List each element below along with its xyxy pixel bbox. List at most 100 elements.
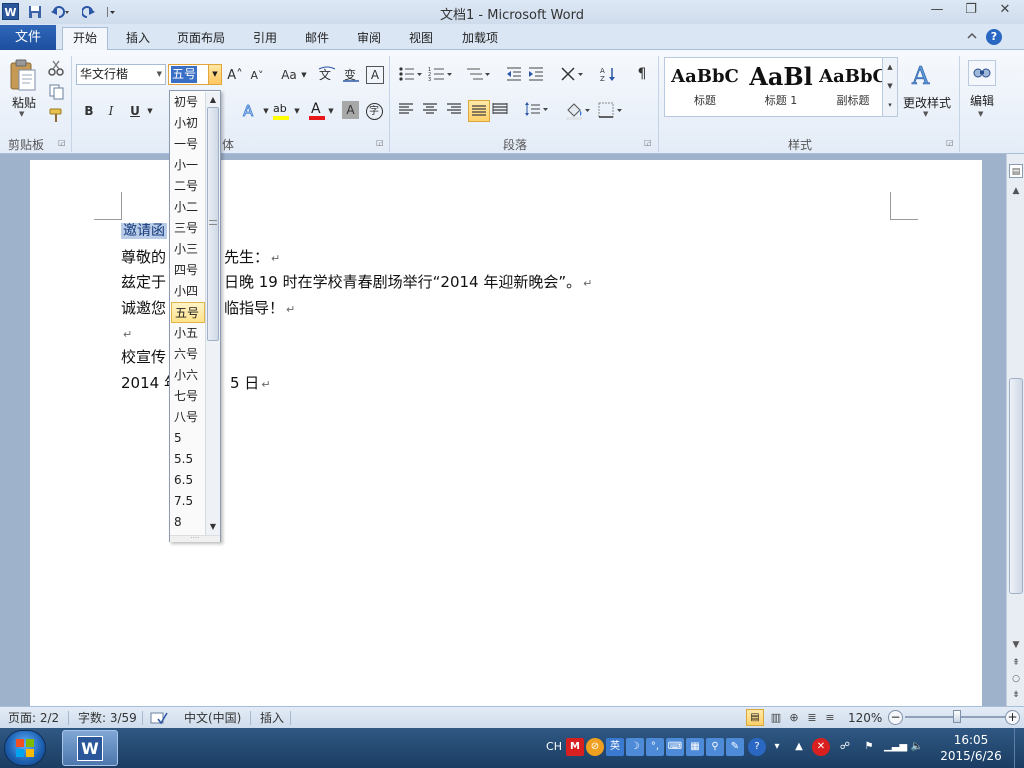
tab-home[interactable]: 开始 xyxy=(62,27,108,50)
font-size-option[interactable]: 8 xyxy=(171,512,205,533)
copy-icon[interactable] xyxy=(48,84,66,102)
size-list-scrollbar[interactable]: ▲ ▼ xyxy=(205,92,220,535)
previous-page-icon[interactable]: ⇞ xyxy=(1009,656,1023,670)
ime-search-icon[interactable]: ⚲ xyxy=(706,738,724,756)
tab-addins[interactable]: 加载项 xyxy=(454,28,506,50)
doc-heading[interactable]: 邀请函 xyxy=(121,218,167,242)
word-count[interactable]: 字数: 3/59 xyxy=(78,710,137,726)
change-styles-dropdown-icon[interactable]: ▼ xyxy=(923,110,928,118)
page-count[interactable]: 页面: 2/2 xyxy=(8,710,59,726)
ime-forbid-icon[interactable]: ⊘ xyxy=(586,738,604,756)
text-effects-dropdown-icon[interactable]: ▼ xyxy=(262,100,270,122)
network-icon[interactable]: ▁▃▅ xyxy=(884,738,907,756)
change-styles-icon[interactable]: A xyxy=(910,60,940,91)
change-case-button[interactable]: Aa xyxy=(278,64,300,86)
cut-icon[interactable] xyxy=(48,60,66,78)
ime-keyboard-icon[interactable]: ⌨ xyxy=(666,738,684,756)
vertical-scroll-thumb[interactable] xyxy=(1009,378,1023,594)
decrease-indent-icon[interactable] xyxy=(506,66,524,84)
ime-menu-icon[interactable]: ▾ xyxy=(768,738,786,756)
style-item-title[interactable]: AaBbC 标题 xyxy=(669,62,741,114)
font-size-option[interactable]: 四号 xyxy=(171,260,205,281)
font-launcher-icon[interactable]: ◲ xyxy=(376,138,386,148)
numbering-icon[interactable]: 123 xyxy=(428,66,454,84)
find-icon[interactable] xyxy=(968,60,996,86)
doc-line[interactable]: 校宣传 xyxy=(121,345,166,369)
doc-line[interactable]: 诚邀您 xyxy=(121,296,166,320)
multilevel-list-icon[interactable] xyxy=(466,66,492,84)
font-color-icon[interactable]: A xyxy=(308,100,326,122)
font-size-option[interactable]: 八号 xyxy=(171,407,205,428)
grow-font-button[interactable]: A˄ xyxy=(226,64,244,86)
ime-skin-icon[interactable]: ▦ xyxy=(686,738,704,756)
language-indicator[interactable]: 中文(中国) xyxy=(184,710,241,726)
font-size-option[interactable]: 6.5 xyxy=(171,470,205,491)
font-size-option[interactable]: 六号 xyxy=(171,344,205,365)
char-border-style-icon[interactable]: 变 xyxy=(342,66,362,84)
show-marks-icon[interactable]: ¶ xyxy=(634,66,650,84)
taskbar-word-button[interactable]: W xyxy=(62,730,118,766)
shading-icon[interactable] xyxy=(564,100,592,122)
tab-view[interactable]: 视图 xyxy=(402,28,440,50)
doc-line[interactable]: 先生： ↵ xyxy=(224,245,280,269)
tab-mailings[interactable]: 邮件 xyxy=(298,28,336,50)
action-center-icon[interactable]: ⚑ xyxy=(860,738,878,756)
security-alert-icon[interactable]: ✕ xyxy=(812,738,830,756)
full-reading-icon[interactable]: ▥ xyxy=(768,710,784,726)
bold-button[interactable]: B xyxy=(80,100,98,122)
change-case-dropdown-icon[interactable]: ▼ xyxy=(300,64,308,86)
font-size-option[interactable]: 小三 xyxy=(171,239,205,260)
next-page-icon[interactable]: ⇟ xyxy=(1009,688,1023,702)
doc-empty-line[interactable]: ↵ xyxy=(121,321,132,345)
font-size-option[interactable]: 一号 xyxy=(171,134,205,155)
tray-app-icon[interactable]: ☍ xyxy=(836,738,854,756)
scroll-up-icon[interactable]: ▲ xyxy=(1009,184,1023,198)
styles-launcher-icon[interactable]: ◲ xyxy=(946,138,956,148)
font-size-dropdown-button[interactable]: ▼ xyxy=(208,64,222,85)
style-item-subtitle[interactable]: AaBbC 副标题 xyxy=(817,62,889,114)
justify-icon[interactable] xyxy=(468,100,490,122)
scroll-down-icon[interactable]: ▼ xyxy=(207,520,219,533)
underline-dropdown-icon[interactable]: ▼ xyxy=(146,100,154,122)
style-item-heading-1[interactable]: AaBl 标题 1 xyxy=(745,62,817,114)
paste-button-label[interactable]: 粘贴 xyxy=(8,94,40,111)
gallery-scroll[interactable]: ▲ ▼ ▾ xyxy=(882,57,898,117)
ime-halfwidth-icon[interactable]: ☽ xyxy=(626,738,644,756)
web-layout-icon[interactable]: ⊕ xyxy=(786,710,802,726)
doc-line[interactable]: 尊敬的 xyxy=(121,245,166,269)
zoom-out-icon[interactable]: − xyxy=(888,710,903,725)
font-size-option[interactable]: 小六 xyxy=(171,365,205,386)
doc-line[interactable]: 临指导！ ↵ xyxy=(224,296,295,320)
start-button[interactable] xyxy=(4,730,46,766)
restore-button[interactable]: ❐ xyxy=(958,2,984,20)
taskbar-clock[interactable]: 16:05 2015/6/26 xyxy=(938,732,1004,766)
ime-tools-icon[interactable]: ✎ xyxy=(726,738,744,756)
underline-button[interactable]: U xyxy=(126,100,144,122)
font-size-option[interactable]: 5 xyxy=(171,428,205,449)
line-spacing-icon[interactable] xyxy=(524,102,550,120)
ime-help-icon[interactable]: ? xyxy=(748,738,766,756)
doc-line[interactable]: 兹定于 xyxy=(121,270,166,294)
resize-grip[interactable]: ···· xyxy=(170,535,220,542)
editing-dropdown-icon[interactable]: ▼ xyxy=(978,110,983,118)
tab-references[interactable]: 引用 xyxy=(246,28,284,50)
paragraph-launcher-icon[interactable]: ◲ xyxy=(644,138,654,148)
align-right-icon[interactable] xyxy=(446,102,464,120)
scroll-down-icon[interactable]: ▼ xyxy=(1009,638,1023,652)
minimize-ribbon-icon[interactable] xyxy=(966,30,980,44)
tab-insert[interactable]: 插入 xyxy=(118,28,158,50)
font-size-option[interactable]: 小五 xyxy=(171,323,205,344)
zoom-slider-thumb[interactable] xyxy=(953,710,961,723)
tab-review[interactable]: 审阅 xyxy=(350,28,388,50)
insert-mode[interactable]: 插入 xyxy=(260,710,284,726)
volume-icon[interactable]: 🔈 xyxy=(908,738,926,756)
align-center-icon[interactable] xyxy=(422,102,440,120)
tab-file[interactable]: 文件 xyxy=(0,25,56,50)
help-icon[interactable]: ? xyxy=(986,29,1002,45)
chinese-layout-icon[interactable] xyxy=(560,66,586,84)
show-hidden-icons[interactable]: ▲ xyxy=(790,738,808,756)
scroll-up-icon[interactable]: ▲ xyxy=(207,93,219,106)
draft-icon[interactable]: ≡ xyxy=(822,710,838,726)
close-button[interactable]: ✕ xyxy=(992,2,1018,20)
font-size-option[interactable]: 三号 xyxy=(171,218,205,239)
